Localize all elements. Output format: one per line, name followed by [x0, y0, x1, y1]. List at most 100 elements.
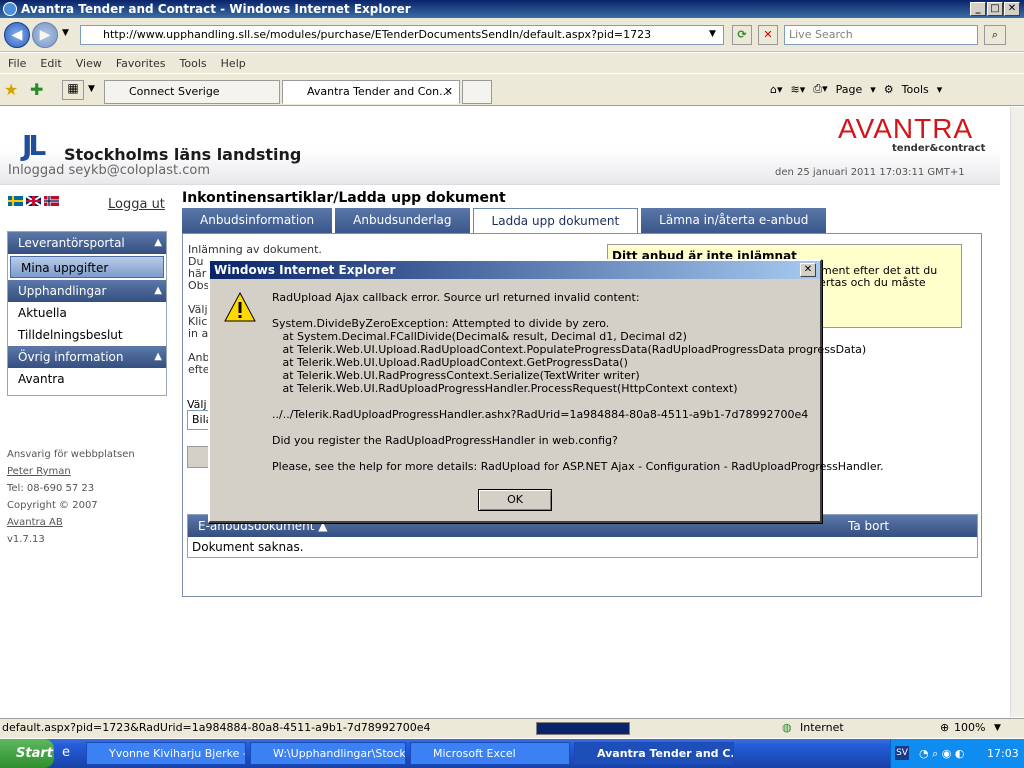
sidebar-item-tilldelningsbeslut[interactable]: Tilldelningsbeslut — [8, 324, 166, 346]
sll-logo-icon: JL — [22, 129, 46, 162]
norwegian-flag-icon[interactable] — [44, 196, 59, 206]
tab-lamna-in[interactable]: Lämna in/återta e-anbud — [641, 208, 827, 234]
notice-line: återtas och du måste — [808, 276, 926, 289]
tab-anbudsunderlag[interactable]: Anbudsunderlag — [335, 208, 470, 234]
language-flags — [8, 196, 59, 206]
favorites-star-icon[interactable]: ★ — [4, 80, 18, 99]
refresh-icon[interactable]: ⟳ — [732, 25, 752, 45]
menu-view[interactable]: View — [76, 57, 102, 70]
menu-tools[interactable]: Tools — [180, 57, 207, 70]
maximize-button[interactable]: □ — [987, 2, 1003, 16]
tools-menu-chevron-icon: ▾ — [936, 82, 943, 96]
start-button[interactable]: Start — [0, 739, 54, 768]
minimize-button[interactable]: _ — [970, 2, 986, 16]
sidebar-group-leverantorsportal[interactable]: Leverantörsportal ▲ — [8, 232, 166, 254]
tab-avantra[interactable]: Avantra Tender and Con... ✕ — [282, 80, 460, 104]
menu-bar: File Edit View Favorites Tools Help — [0, 53, 1024, 73]
menu-edit[interactable]: Edit — [40, 57, 61, 70]
english-flag-icon[interactable] — [26, 196, 41, 206]
site-header: JL Stockholms läns landsting Inloggad se… — [0, 107, 1000, 185]
dialog-close-button[interactable]: ✕ — [800, 263, 816, 277]
back-button[interactable]: ◀ — [4, 22, 30, 48]
footer-responsible: Ansvarig för webbplatsen — [7, 449, 135, 460]
task-avantra[interactable]: Avantra Tender and C... — [574, 742, 734, 765]
chevron-up-icon: ▲ — [154, 285, 162, 296]
home-icon[interactable]: ⌂▾ — [770, 83, 783, 96]
menu-favorites[interactable]: Favorites — [116, 57, 166, 70]
vertical-scrollbar[interactable] — [1010, 107, 1024, 717]
server-datetime: den 25 januari 2011 17:03:11 GMT+1 — [775, 167, 965, 178]
sidebar-group-ovrig-information[interactable]: Övrig information ▲ — [8, 346, 166, 368]
globe-icon: ◍ — [782, 721, 792, 734]
sidebar-group-label: Övrig information — [18, 350, 124, 364]
live-search-input[interactable]: Live Search — [784, 25, 978, 45]
ie-icon — [3, 2, 17, 16]
sidebar-item-aktuella[interactable]: Aktuella — [8, 302, 166, 324]
menu-file[interactable]: File — [8, 57, 26, 70]
search-icon[interactable]: ⌕ — [984, 25, 1006, 45]
loading-progress — [536, 722, 630, 735]
content-tabs: Anbudsinformation Anbudsunderlag Ladda u… — [182, 208, 827, 234]
feeds-icon[interactable]: ≋▾ — [791, 83, 806, 96]
zoom-icon: ⊕ — [940, 721, 950, 734]
forward-button[interactable]: ▶ — [32, 22, 58, 48]
print-icon[interactable]: ⎙▾ — [813, 82, 827, 96]
security-zone: Internet — [800, 721, 844, 734]
footer-phone: Tel: 08-690 57 23 — [7, 483, 95, 494]
tab-connect-sverige[interactable]: Connect Sverige — [104, 80, 280, 104]
sidebar-group-upphandlingar[interactable]: Upphandlingar ▲ — [8, 280, 166, 302]
dialog-title: Windows Internet Explorer — [210, 261, 820, 279]
notice-text: kument efter det att du återtas och du m… — [808, 265, 937, 289]
zoom-level[interactable]: 100% — [954, 719, 985, 737]
history-dropdown-icon[interactable]: ▼ — [62, 28, 69, 38]
logout-link[interactable]: Logga ut — [108, 197, 165, 212]
close-tab-icon[interactable]: ✕ — [444, 81, 453, 103]
task-yvonne[interactable]: Yvonne Kiviharju Bjerke -... — [86, 742, 246, 765]
swedish-flag-icon[interactable] — [8, 196, 23, 206]
footer-company-link[interactable]: Avantra AB — [7, 514, 177, 531]
tab-ladda-upp-dokument[interactable]: Ladda upp dokument — [472, 208, 639, 234]
language-indicator[interactable]: SV — [895, 746, 909, 760]
gear-icon[interactable]: ⚙ — [884, 83, 894, 96]
site-footer: Ansvarig för webbplatsen Peter Ryman Tel… — [7, 446, 177, 548]
avantra-logo-sub: tender&contract — [892, 143, 986, 154]
footer-contact-link[interactable]: Peter Ryman — [7, 463, 177, 480]
page-title: Inkontinensartiklar/Ladda upp dokument — [182, 190, 506, 206]
page-menu-chevron-icon: ▾ — [870, 82, 876, 96]
address-dropdown-icon[interactable]: ▼ — [709, 29, 716, 39]
stop-icon[interactable]: ✕ — [758, 25, 778, 45]
menu-help[interactable]: Help — [221, 57, 246, 70]
ie-quicklaunch-icon[interactable]: e — [62, 745, 70, 760]
system-tray: SV ◔ ⌕ ◉ ◐ 17:03 — [890, 739, 1024, 768]
sidebar-item-avantra[interactable]: Avantra — [8, 368, 166, 390]
quick-tabs-icon[interactable]: ▦ — [62, 80, 84, 100]
ok-button[interactable]: OK — [478, 489, 552, 511]
tray-icons: ◔ ⌕ ◉ ◐ — [919, 747, 965, 760]
chevron-up-icon: ▲ — [154, 237, 162, 248]
address-toolbar: ◀ ▶ ▼ http://www.upphandling.sll.se/modu… — [0, 18, 1024, 52]
address-input[interactable]: http://www.upphandling.sll.se/modules/pu… — [80, 25, 724, 45]
command-bar: ⌂▾ ≋▾ ⎙▾ Page ▾ ⚙ Tools ▾ — [770, 82, 942, 96]
sidebar: Leverantörsportal ▲ Mina uppgifter Uppha… — [7, 231, 167, 396]
task-explorer[interactable]: W:\Upphandlingar\Stock... — [250, 742, 406, 765]
column-ta-bort: Ta bort — [848, 519, 890, 533]
task-excel[interactable]: Microsoft Excel — [410, 742, 570, 765]
chevron-up-icon: ▲ — [154, 351, 162, 362]
tab-anbudsinformation[interactable]: Anbudsinformation — [182, 208, 333, 234]
taskbar: Start e Yvonne Kiviharju Bjerke -... W:\… — [0, 739, 1024, 768]
logged-in-user: Inloggad seykb@coloplast.com — [8, 163, 211, 178]
sidebar-item-mina-uppgifter[interactable]: Mina uppgifter — [10, 256, 164, 278]
page-menu[interactable]: Page — [836, 83, 863, 96]
zoom-chevron-icon[interactable]: ▼ — [994, 719, 1001, 737]
close-window-button[interactable]: ✕ — [1004, 2, 1020, 16]
footer-version: v1.7.13 — [7, 534, 45, 545]
avantra-logo: AVANTRA — [838, 113, 974, 144]
new-tab-button[interactable] — [462, 80, 492, 104]
add-favorite-icon[interactable]: ✚ — [30, 80, 43, 99]
error-dialog: Windows Internet Explorer ✕ RadUpload Aj… — [208, 259, 884, 523]
tools-menu[interactable]: Tools — [902, 83, 929, 96]
tab-list-icon[interactable]: ▼ — [88, 84, 95, 94]
tab-row: ★ ✚ ▦ ▼ Connect Sverige Avantra Tender a… — [0, 74, 1024, 106]
warning-icon — [224, 291, 256, 322]
window-titlebar: Avantra Tender and Contract - Windows In… — [0, 0, 1024, 18]
